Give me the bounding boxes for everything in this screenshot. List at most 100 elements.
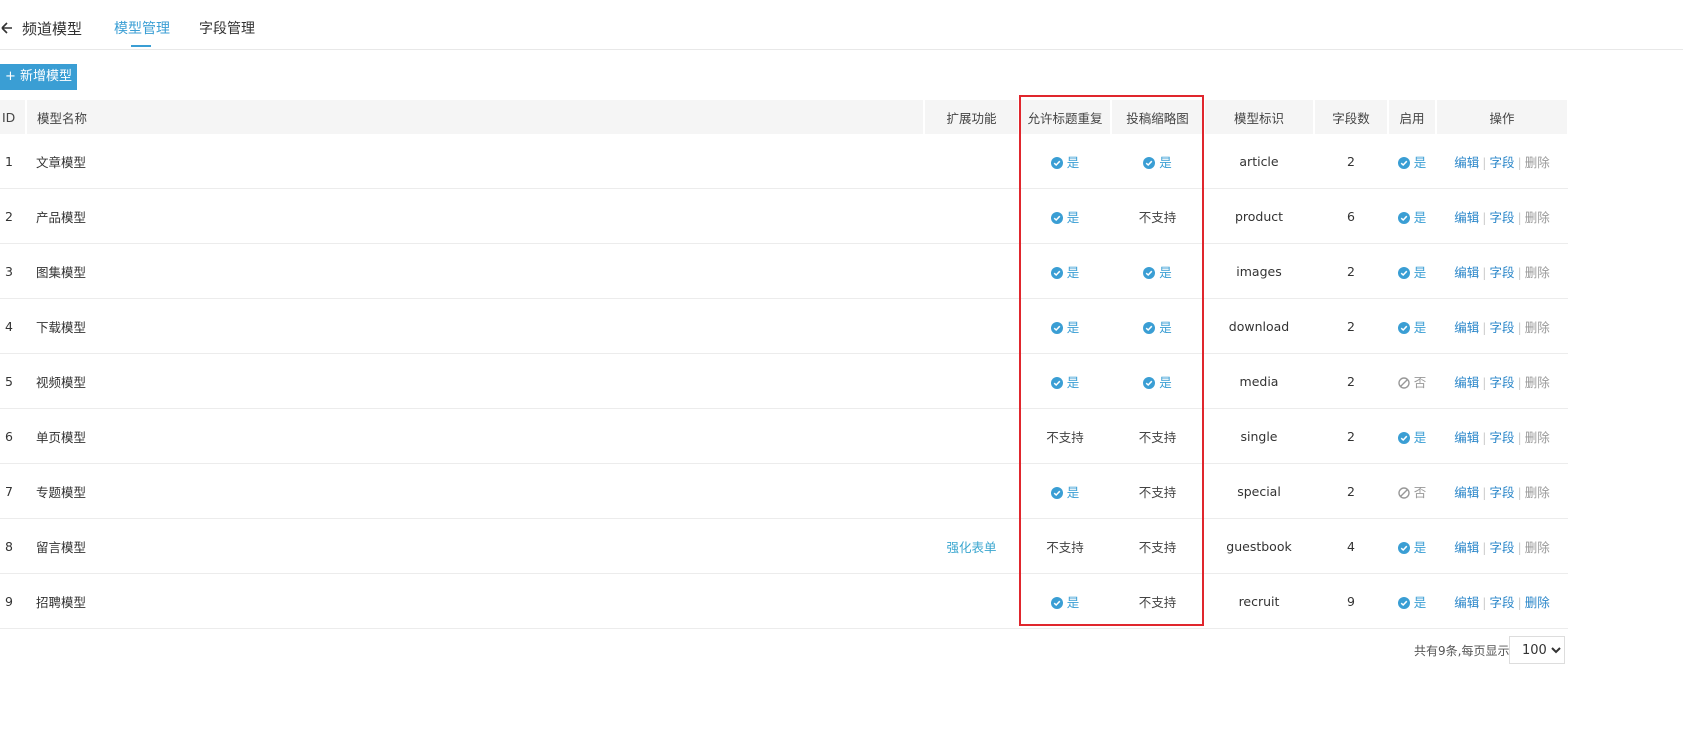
field-link[interactable]: 字段 bbox=[1489, 320, 1514, 335]
cell-name: 专题模型 bbox=[26, 463, 924, 519]
table-row: 6 单页模型 不支持 不支持 single 2 是编辑 | 字段 | 删除 bbox=[0, 408, 1568, 464]
cell-enabled: 否 bbox=[1388, 463, 1436, 519]
field-link[interactable]: 字段 bbox=[1489, 430, 1514, 445]
cell-allow-dup: 是 bbox=[1019, 243, 1111, 299]
enhanced-form-link[interactable]: 强化表单 bbox=[946, 540, 996, 555]
cell-actions: 编辑 | 字段 | 删除 bbox=[1436, 353, 1568, 409]
delete-link[interactable]: 删除 bbox=[1525, 595, 1550, 610]
check-circle-icon bbox=[1050, 485, 1067, 500]
arrow-left-icon[interactable] bbox=[0, 18, 14, 38]
field-link[interactable]: 字段 bbox=[1489, 595, 1514, 610]
table-row: 5 视频模型是是 media 2 否编辑 | 字段 | 删除 bbox=[0, 353, 1568, 409]
cell-thumb: 不支持 bbox=[1111, 463, 1204, 519]
action-separator: | bbox=[1482, 319, 1487, 335]
col-ext: 扩展功能 bbox=[924, 100, 1020, 134]
table-row: 8 留言模型 强化表单 不支持 不支持 guestbook 4 是编辑 | 字段 | 删除 bbox=[0, 518, 1568, 574]
cell-thumb: 是 bbox=[1111, 134, 1204, 189]
field-link[interactable]: 字段 bbox=[1489, 485, 1514, 500]
tab-field-manage[interactable]: 字段管理 bbox=[199, 18, 255, 38]
cell-actions: 编辑 | 字段 | 删除 bbox=[1436, 573, 1568, 629]
delete-link[interactable]: 删除 bbox=[1525, 265, 1550, 280]
action-separator: | bbox=[1517, 539, 1522, 555]
cell-fields: 2 bbox=[1314, 298, 1388, 354]
cell-ext bbox=[924, 463, 1019, 519]
col-id: ID bbox=[0, 100, 27, 134]
field-link[interactable]: 字段 bbox=[1489, 210, 1514, 225]
delete-link[interactable]: 删除 bbox=[1525, 375, 1550, 390]
cell-id: 8 bbox=[0, 518, 26, 574]
col-allow-dup: 允许标题重复 bbox=[1019, 100, 1112, 134]
cell-actions: 编辑 | 字段 | 删除 bbox=[1436, 188, 1568, 244]
edit-link[interactable]: 编辑 bbox=[1454, 595, 1479, 610]
check-circle-icon bbox=[1143, 320, 1159, 335]
edit-link[interactable]: 编辑 bbox=[1454, 375, 1479, 390]
edit-link[interactable]: 编辑 bbox=[1454, 540, 1479, 555]
cell-fields: 4 bbox=[1314, 518, 1388, 574]
edit-link[interactable]: 编辑 bbox=[1454, 155, 1479, 170]
edit-link[interactable]: 编辑 bbox=[1454, 210, 1479, 225]
col-fields: 字段数 bbox=[1314, 100, 1389, 134]
add-model-button[interactable]: + 新增模型 bbox=[0, 64, 77, 90]
cell-fields: 6 bbox=[1314, 188, 1388, 244]
cell-ident: article bbox=[1204, 134, 1314, 189]
cell-fields: 2 bbox=[1314, 243, 1388, 299]
delete-link[interactable]: 删除 bbox=[1525, 320, 1550, 335]
action-separator: | bbox=[1517, 484, 1522, 500]
cell-allow-dup: 不支持 bbox=[1019, 408, 1111, 464]
cell-actions: 编辑 | 字段 | 删除 bbox=[1436, 243, 1568, 299]
table-row: 4 下载模型是是 download 2 是编辑 | 字段 | 删除 bbox=[0, 298, 1568, 354]
field-link[interactable]: 字段 bbox=[1489, 265, 1514, 280]
cell-fields: 2 bbox=[1314, 134, 1388, 189]
check-circle-icon bbox=[1397, 155, 1414, 170]
cell-id: 6 bbox=[0, 408, 26, 464]
cell-ext: 强化表单 bbox=[924, 518, 1019, 574]
cell-thumb: 是 bbox=[1111, 298, 1204, 354]
cell-name: 单页模型 bbox=[26, 408, 924, 464]
action-separator: | bbox=[1482, 264, 1487, 280]
tab-model-manage[interactable]: 模型管理 bbox=[114, 18, 170, 38]
field-link[interactable]: 字段 bbox=[1489, 540, 1514, 555]
check-circle-icon bbox=[1050, 210, 1067, 225]
cell-allow-dup: 是 bbox=[1019, 134, 1111, 189]
table-row: 9 招聘模型是不支持 recruit 9 是编辑 | 字段 | 删除 bbox=[0, 573, 1568, 629]
top-nav: 频道模型 模型管理 字段管理 bbox=[0, 0, 1683, 50]
cell-ident: single bbox=[1204, 408, 1314, 464]
cell-thumb: 不支持 bbox=[1111, 518, 1204, 574]
delete-link[interactable]: 删除 bbox=[1525, 210, 1550, 225]
cell-enabled: 是 bbox=[1388, 243, 1436, 299]
cell-ident: images bbox=[1204, 243, 1314, 299]
ban-icon bbox=[1398, 485, 1414, 500]
edit-link[interactable]: 编辑 bbox=[1454, 265, 1479, 280]
delete-link[interactable]: 删除 bbox=[1525, 540, 1550, 555]
delete-link[interactable]: 删除 bbox=[1525, 430, 1550, 445]
cell-allow-dup: 是 bbox=[1019, 463, 1111, 519]
cell-ident: special bbox=[1204, 463, 1314, 519]
cell-thumb: 不支持 bbox=[1111, 408, 1204, 464]
cell-ident: recruit bbox=[1204, 573, 1314, 629]
table-row: 3 图集模型是是 images 2 是编辑 | 字段 | 删除 bbox=[0, 243, 1568, 299]
edit-link[interactable]: 编辑 bbox=[1454, 430, 1479, 445]
table-header-row: ID 模型名称 扩展功能 允许标题重复 投稿缩略图 模型标识 字段数 启用 操作 bbox=[0, 100, 1569, 134]
delete-link[interactable]: 删除 bbox=[1525, 155, 1550, 170]
cell-thumb: 不支持 bbox=[1111, 573, 1204, 629]
edit-link[interactable]: 编辑 bbox=[1454, 320, 1479, 335]
cell-thumb: 不支持 bbox=[1111, 188, 1204, 244]
action-separator: | bbox=[1517, 154, 1522, 170]
cell-id: 9 bbox=[0, 573, 26, 629]
cell-enabled: 是 bbox=[1388, 188, 1436, 244]
check-circle-icon bbox=[1050, 595, 1067, 610]
field-link[interactable]: 字段 bbox=[1489, 375, 1514, 390]
page-size-select[interactable]: 100 bbox=[1509, 636, 1565, 664]
cell-enabled: 是 bbox=[1388, 298, 1436, 354]
check-circle-icon bbox=[1143, 375, 1159, 390]
check-circle-icon bbox=[1143, 155, 1159, 170]
cell-id: 2 bbox=[0, 188, 26, 244]
delete-link[interactable]: 删除 bbox=[1525, 485, 1550, 500]
cell-ident: download bbox=[1204, 298, 1314, 354]
edit-link[interactable]: 编辑 bbox=[1454, 485, 1479, 500]
field-link[interactable]: 字段 bbox=[1489, 155, 1514, 170]
cell-ext bbox=[924, 298, 1019, 354]
check-circle-icon bbox=[1397, 320, 1414, 335]
col-name: 模型名称 bbox=[26, 100, 925, 134]
check-circle-icon bbox=[1397, 265, 1414, 280]
